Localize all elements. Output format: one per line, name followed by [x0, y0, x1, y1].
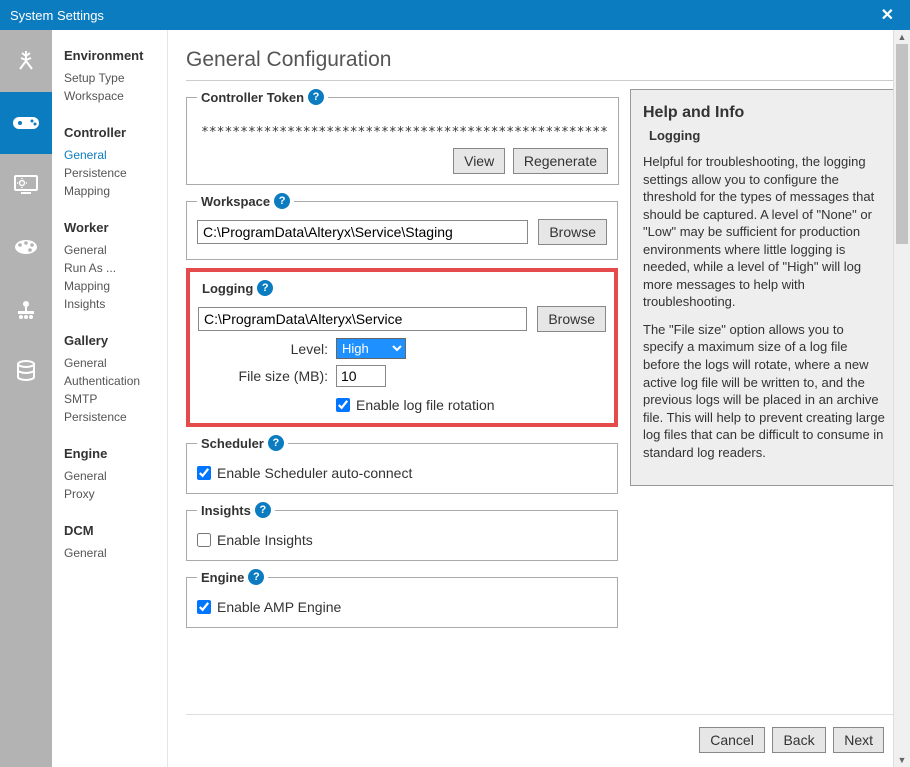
scheduler-legend: Scheduler — [201, 436, 264, 451]
titlebar: System Settings ✕ — [0, 0, 910, 30]
sidebar-item-worker-general[interactable]: General — [64, 241, 167, 259]
sidebar-item-smtp[interactable]: SMTP — [64, 390, 167, 408]
rail-controller[interactable] — [0, 92, 52, 154]
rail-environment[interactable] — [0, 30, 52, 92]
footer: Cancel Back Next — [186, 714, 898, 767]
page-title: General Configuration — [186, 48, 898, 81]
icon-rail — [0, 30, 52, 767]
scheduler-group: Scheduler ? Enable Scheduler auto-connec… — [186, 435, 618, 494]
sidebar-item-setup-type[interactable]: Setup Type — [64, 69, 167, 87]
view-button[interactable]: View — [453, 148, 505, 174]
sidebar-item-workspace[interactable]: Workspace — [64, 87, 167, 105]
help-panel: Help and Info Logging Helpful for troubl… — [630, 89, 898, 486]
scroll-up-icon[interactable]: ▲ — [894, 30, 910, 44]
enable-rotation-checkbox[interactable] — [336, 398, 350, 412]
help-paragraph-2: The "File size" option allows you to spe… — [643, 321, 885, 461]
sidebar-group-engine[interactable]: Engine — [64, 446, 167, 461]
scroll-down-icon[interactable]: ▼ — [894, 753, 910, 767]
controller-token-value: ****************************************… — [197, 115, 608, 148]
scrollbar-thumb[interactable] — [896, 44, 908, 244]
level-label: Level: — [198, 341, 328, 357]
sidebar-item-proxy[interactable]: Proxy — [64, 485, 167, 503]
sidebar-item-engine-general[interactable]: General — [64, 467, 167, 485]
filesize-input[interactable] — [336, 365, 386, 387]
next-button[interactable]: Next — [833, 727, 884, 753]
engine-legend: Engine — [201, 570, 244, 585]
rail-gallery[interactable] — [0, 216, 52, 278]
sidebar-group-controller[interactable]: Controller — [64, 125, 167, 140]
engine-enable-checkbox[interactable] — [197, 600, 211, 614]
logging-path-input[interactable] — [198, 307, 527, 331]
controller-token-legend: Controller Token — [201, 90, 304, 105]
window-title: System Settings — [10, 8, 875, 23]
sidebar-item-worker-mapping[interactable]: Mapping — [64, 277, 167, 295]
sidebar-group-worker[interactable]: Worker — [64, 220, 167, 235]
cancel-button[interactable]: Cancel — [699, 727, 765, 753]
rail-dcm[interactable] — [0, 340, 52, 402]
back-button[interactable]: Back — [772, 727, 825, 753]
scheduler-enable-checkbox[interactable] — [197, 466, 211, 480]
help-subtitle: Logging — [643, 128, 885, 143]
help-icon[interactable]: ? — [274, 193, 290, 209]
insights-legend: Insights — [201, 503, 251, 518]
help-title: Help and Info — [643, 104, 885, 122]
scrollbar[interactable]: ▲ ▼ — [893, 30, 910, 767]
sidebar: Environment Setup Type Workspace Control… — [52, 30, 168, 767]
sidebar-group-dcm[interactable]: DCM — [64, 523, 167, 538]
workspace-path-input[interactable] — [197, 220, 528, 244]
help-icon[interactable]: ? — [268, 435, 284, 451]
sidebar-item-run-as[interactable]: Run As ... — [64, 259, 167, 277]
sidebar-item-persistence[interactable]: Persistence — [64, 164, 167, 182]
sidebar-group-gallery[interactable]: Gallery — [64, 333, 167, 348]
help-icon[interactable]: ? — [255, 502, 271, 518]
sidebar-item-insights[interactable]: Insights — [64, 295, 167, 313]
logging-legend: Logging — [202, 281, 253, 296]
help-icon[interactable]: ? — [248, 569, 264, 585]
enable-rotation-label: Enable log file rotation — [356, 397, 495, 413]
sidebar-item-gallery-general[interactable]: General — [64, 354, 167, 372]
level-select[interactable]: High — [336, 338, 406, 359]
workspace-browse-button[interactable]: Browse — [538, 219, 607, 245]
filesize-label: File size (MB): — [198, 368, 328, 384]
insights-group: Insights ? Enable Insights — [186, 502, 618, 561]
engine-group: Engine ? Enable AMP Engine — [186, 569, 618, 628]
sidebar-item-gallery-persistence[interactable]: Persistence — [64, 408, 167, 426]
sidebar-item-authentication[interactable]: Authentication — [64, 372, 167, 390]
insights-enable-label: Enable Insights — [217, 532, 313, 548]
rail-engine[interactable] — [0, 278, 52, 340]
help-icon[interactable]: ? — [308, 89, 324, 105]
sidebar-item-mapping[interactable]: Mapping — [64, 182, 167, 200]
logging-browse-button[interactable]: Browse — [537, 306, 606, 332]
workspace-legend: Workspace — [201, 194, 270, 209]
sidebar-item-dcm-general[interactable]: General — [64, 544, 167, 562]
engine-enable-label: Enable AMP Engine — [217, 599, 341, 615]
help-paragraph-1: Helpful for troubleshooting, the logging… — [643, 153, 885, 311]
logging-group: Logging ? Browse Level: High File size (… — [186, 268, 618, 427]
controller-token-group: Controller Token ? *********************… — [186, 89, 619, 185]
workspace-group: Workspace ? Browse — [186, 193, 618, 260]
regenerate-button[interactable]: Regenerate — [513, 148, 608, 174]
scheduler-enable-label: Enable Scheduler auto-connect — [217, 465, 412, 481]
close-icon[interactable]: ✕ — [875, 5, 900, 25]
rail-worker[interactable] — [0, 154, 52, 216]
sidebar-group-environment[interactable]: Environment — [64, 48, 167, 63]
sidebar-item-general[interactable]: General — [64, 146, 167, 164]
help-icon[interactable]: ? — [257, 280, 273, 296]
insights-enable-checkbox[interactable] — [197, 533, 211, 547]
